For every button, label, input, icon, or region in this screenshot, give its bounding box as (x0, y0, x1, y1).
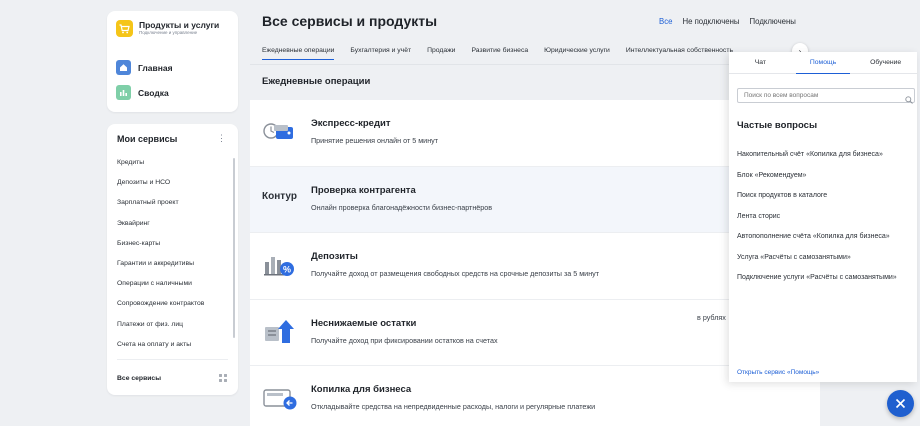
more-icon[interactable]: ⋮ (217, 133, 226, 144)
service-item[interactable]: Зарплатный проект (117, 198, 204, 218)
piggy-icon (262, 383, 298, 413)
close-button[interactable] (887, 390, 914, 417)
tab-development[interactable]: Развитие бизнеса (471, 47, 528, 60)
chart-icon (116, 85, 131, 100)
section-title: Ежедневные операции (262, 76, 371, 87)
my-services-card: Мои сервисы ⋮ Кредиты Депозиты и НСО Зар… (107, 124, 238, 395)
faq-item[interactable]: Лента сторис (737, 211, 915, 222)
product-name: Проверка контрагента (311, 184, 416, 196)
percent-icon: % (262, 250, 298, 280)
all-services-link[interactable]: Все сервисы (117, 375, 161, 382)
svg-text:%: % (283, 265, 291, 275)
product-description: Получайте доход от размещения свободных … (311, 269, 600, 279)
services-scrollbar[interactable] (233, 158, 235, 338)
help-panel: Чат Помощь Обучение Частые вопросы Накоп… (729, 52, 917, 382)
faq-item[interactable]: Услуга «Расчёты с самозанятыми» (737, 252, 915, 263)
product-description: Принятие решения онлайн от 5 минут (311, 136, 439, 145)
nav-item-summary[interactable]: Сводка (116, 85, 169, 100)
brand-header[interactable]: Продукты и услуги Подключение и управлен… (116, 20, 219, 37)
page-title: Все сервисы и продукты (262, 13, 438, 29)
nav-item-label: Главная (138, 62, 173, 73)
service-item[interactable]: Счета на оплату и акты (117, 340, 204, 360)
open-help-link[interactable]: Открыть сервис «Помощь» (737, 369, 819, 376)
service-item[interactable]: Платежи от физ. лиц (117, 320, 204, 340)
product-name: Депозиты (311, 251, 358, 263)
service-item[interactable]: Эквайринг (117, 219, 204, 239)
faq-item[interactable]: Блок «Рекомендуем» (737, 170, 915, 181)
faq-title: Частые вопросы (737, 120, 818, 131)
divider (117, 359, 228, 360)
service-item[interactable]: Бизнес-карты (117, 239, 204, 259)
tab-ip[interactable]: Интеллектуальная собственность (626, 47, 733, 60)
brand-subtitle: Подключение и управление (139, 30, 198, 35)
cart-icon (116, 20, 133, 37)
nav-item-label: Сводка (138, 87, 169, 98)
home-icon (116, 60, 131, 75)
close-icon (895, 398, 906, 409)
faq-item[interactable]: Накопительный счёт «Копилка для бизнеса» (737, 149, 915, 160)
brand-card: Продукты и услуги Подключение и управлен… (107, 11, 238, 112)
services-title: Мои сервисы (117, 134, 178, 144)
help-tabs: Чат Помощь Обучение (729, 52, 917, 74)
arrow-up-icon (262, 317, 298, 347)
nav-item-home[interactable]: Главная (116, 60, 173, 75)
tab-legal[interactable]: Юридические услуги (544, 47, 610, 60)
service-item[interactable]: Сопровождение контрактов (117, 299, 204, 319)
help-tab-help[interactable]: Помощь (792, 52, 855, 74)
currency-label: в рублях (697, 312, 726, 322)
service-item[interactable]: Операции с наличными (117, 279, 204, 299)
product-name: Экспресс-кредит (311, 118, 391, 129)
filter-group: Все Не подключены Подключены (659, 17, 796, 26)
faq-item[interactable]: Поиск продуктов в каталоге (737, 190, 915, 201)
product-description: Получайте доход при фиксировании остатко… (311, 335, 498, 345)
grid-icon[interactable] (219, 374, 227, 382)
faq-list: Накопительный счёт «Копилка для бизнеса»… (737, 149, 915, 293)
filter-all[interactable]: Все (659, 17, 672, 26)
product-name: Неснижаемые остатки (311, 317, 417, 329)
faq-item[interactable]: Автопополнение счёта «Копилка для бизнес… (737, 231, 915, 242)
service-item[interactable]: Кредиты (117, 158, 204, 178)
product-description: Откладывайте средства на непредвиденные … (311, 402, 596, 412)
search-icon[interactable] (905, 91, 913, 109)
brand-title: Продукты и услуги (139, 20, 220, 30)
product-name: Копилка для бизнеса (311, 384, 412, 396)
tab-accounting[interactable]: Бухгалтерия и учёт (350, 47, 411, 60)
help-tab-learning[interactable]: Обучение (854, 52, 917, 73)
tab-daily[interactable]: Ежедневные операции (262, 47, 335, 60)
faq-item[interactable]: Подключение услуги «Расчёты с самозаняты… (737, 272, 915, 283)
filter-connected[interactable]: Подключены (750, 17, 796, 26)
tab-sales[interactable]: Продажи (427, 47, 455, 60)
services-list: Кредиты Депозиты и НСО Зарплатный проект… (117, 158, 204, 360)
service-item[interactable]: Депозиты и НСО (117, 178, 204, 198)
service-item[interactable]: Гарантии и аккредитивы (117, 259, 204, 279)
filter-not-connected[interactable]: Не подключены (682, 17, 739, 26)
help-search-input[interactable] (737, 88, 915, 103)
category-tabs: Ежедневные операции Бухгалтерия и учёт П… (262, 47, 733, 60)
wallet-icon (262, 117, 298, 147)
help-tab-chat[interactable]: Чат (729, 52, 792, 73)
product-description: Онлайн проверка благонадёжности бизнес-п… (311, 202, 493, 212)
kontur-logo: Контур (262, 190, 297, 202)
